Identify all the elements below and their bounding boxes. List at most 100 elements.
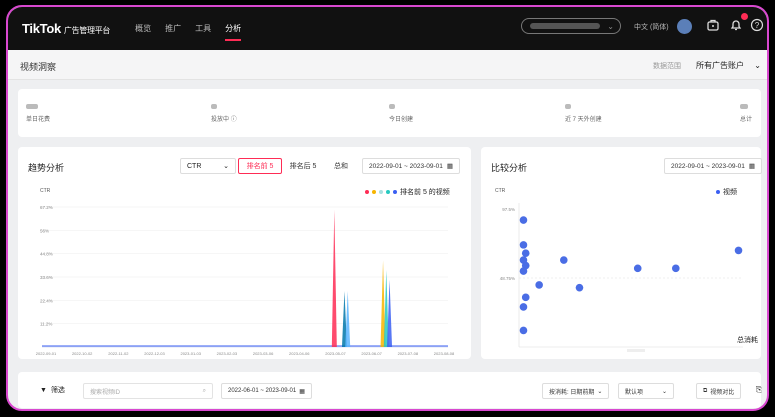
scatter-point: [535, 281, 543, 289]
data-range-value: 所有广告账户: [696, 61, 744, 70]
briefcase-icon[interactable]: [705, 18, 721, 34]
filter-icon: ▼: [40, 386, 47, 394]
nav-item-3[interactable]: 分析: [225, 7, 242, 50]
bell-icon[interactable]: [728, 18, 744, 34]
series-spike: [345, 291, 351, 347]
filter-button[interactable]: ▼ 筛选: [40, 385, 65, 395]
y-tick-label: 33.6%: [40, 275, 53, 280]
data-range-label: 数据范围: [653, 63, 681, 70]
chevron-down-icon: ⌄: [597, 388, 603, 395]
x-tick-label: 2022-09-01: [36, 351, 57, 356]
x-axis-label: 总消耗: [737, 337, 758, 344]
stat-total: 总计: [740, 101, 752, 123]
nav-item-0[interactable]: 概览: [135, 7, 151, 50]
stat-value-redacted: [740, 104, 748, 109]
x-tick-label: 2023-04-06: [289, 351, 310, 356]
scatter-point: [521, 293, 530, 302]
y-tick-label: 48.75%: [500, 276, 515, 281]
stat-label: 今日创建: [389, 117, 414, 123]
top-nav: TikTok 广告管理平台 概览 推广 工具 分析 ⌄ 中文 (简体) ?: [8, 7, 767, 50]
language-select[interactable]: 中文 (简体): [634, 22, 669, 32]
avatar[interactable]: [677, 19, 692, 34]
sort-order-select[interactable]: 默认项 ⌄: [618, 383, 674, 399]
page-header: 视频洞察 数据范围 所有广告账户 ⌄: [8, 50, 767, 80]
scatter-point: [519, 216, 528, 224]
x-tick-label: 2023-06-07: [361, 351, 382, 356]
x-tick-label: 2023-02-03: [217, 351, 238, 356]
help-icon[interactable]: ?: [749, 18, 765, 34]
scatter-point: [519, 303, 528, 311]
stat-spend: 单日花费: [26, 101, 50, 123]
stats-card: 单日花费 投放中 ⓘ 今日创建 近 7 天外创建 总计: [18, 89, 761, 137]
stat-value-redacted: [26, 104, 38, 109]
date-range-text: 2022-06-01 ~ 2023-09-01: [228, 388, 297, 394]
stat-value-redacted: [389, 104, 395, 109]
y-tick-label: 56%: [40, 228, 49, 233]
stat-created-today: 今日创建: [389, 101, 413, 123]
page-title: 视频洞察: [20, 62, 57, 72]
nav-item-1[interactable]: 推广: [165, 7, 181, 50]
sort-order-value: 默认项: [625, 389, 644, 396]
scatter-point: [560, 256, 568, 264]
data-range-select[interactable]: 所有广告账户 ⌄: [696, 60, 761, 71]
scatter-point: [519, 241, 528, 249]
x-tick-label: 2023-07-08: [398, 351, 419, 356]
stat-value-redacted: [565, 104, 571, 109]
calendar-icon: ▦: [299, 388, 305, 395]
scatter-point: [521, 249, 530, 257]
y-tick-label: 67.2%: [40, 205, 53, 210]
sort-value: 按消耗: 日期前期: [549, 389, 595, 396]
stat-label: 总计: [740, 117, 753, 123]
scatter-point: [519, 326, 528, 335]
info-icon[interactable]: ⓘ: [231, 117, 237, 123]
logo-text: TikTok: [22, 21, 61, 36]
y-tick-label: 44.8%: [40, 252, 53, 257]
y-tick-label: 22.4%: [40, 298, 53, 303]
window-frame: TikTok 广告管理平台 概览 推广 工具 分析 ⌄ 中文 (简体) ? 视频洞察 数…: [6, 5, 769, 411]
chevron-down-icon: ⌄: [754, 61, 761, 70]
account-select[interactable]: ⌄: [521, 18, 621, 34]
x-tick-label: 2023-05-07: [325, 351, 346, 356]
scatter-point: [734, 246, 743, 255]
notification-badge: [741, 13, 748, 20]
scatter-point: [633, 264, 642, 273]
filter-bar: ▼ 筛选 搜索视频ID ⌕ 2022-06-01 ~ 2023-09-01 ▦ …: [18, 372, 762, 408]
trend-analysis-card: 趋势分析 CTR ⌄ 排名前 5 排名后 5 总和 2022-09-01 ~ 2…: [18, 147, 471, 359]
stat-label: 单日花费: [26, 117, 51, 123]
search-icon: ⌕: [202, 387, 206, 394]
stat-created-7d: 近 7 天外创建: [565, 101, 602, 123]
scatter-point: [519, 267, 528, 275]
chevron-down-icon: ⌄: [607, 21, 614, 31]
x-tick-label: 2023-08-08: [434, 351, 455, 356]
nav-item-2[interactable]: 工具: [195, 7, 211, 50]
x-tick-label: 2023-01-03: [180, 351, 201, 356]
y-tick-label: 11.2%: [40, 322, 52, 327]
compare-analysis-card: 比较分析 2022-09-01 ~ 2023-09-01 ▦ CTR 视频 97…: [481, 147, 763, 359]
bottom-date-range[interactable]: 2022-06-01 ~ 2023-09-01 ▦: [221, 383, 312, 399]
x-tick-redacted: [627, 349, 645, 352]
series-spike: [387, 279, 393, 347]
compare-label: 视频对比: [710, 389, 735, 396]
compare-videos-button[interactable]: ⧉ 视频对比: [696, 383, 742, 399]
video-search-input[interactable]: 搜索视频ID ⌕: [83, 383, 213, 399]
export-icon[interactable]: ⎘: [751, 383, 767, 399]
stat-active: 投放中 ⓘ: [211, 101, 237, 123]
svg-text:?: ?: [755, 21, 760, 30]
filter-label: 筛选: [50, 387, 65, 394]
x-tick-label: 2022-12-03: [144, 351, 165, 356]
account-name-redacted: [530, 23, 600, 29]
logo[interactable]: TikTok 广告管理平台: [22, 21, 110, 36]
scatter-point: [575, 283, 584, 292]
compare-icon: ⧉: [703, 387, 708, 394]
scatter-point: [672, 264, 680, 273]
stat-label: 近 7 天外创建: [565, 117, 602, 123]
compare-chart: 97.5% 48.75%: [500, 203, 743, 352]
logo-subtitle: 广告管理平台: [63, 26, 111, 35]
stat-value-redacted: [211, 104, 217, 109]
main-nav: 概览 推广 工具 分析: [135, 7, 242, 50]
search-placeholder: 搜索视频ID: [90, 389, 121, 396]
trend-chart: 67.2% 56% 44.8% 33.6% 22.4% 11.2% 2022-09-01 20…: [36, 205, 455, 356]
x-tick-label: 2022-11-02: [108, 351, 129, 356]
sort-select[interactable]: 按消耗: 日期前期 ⌄: [542, 383, 610, 399]
x-tick-label: 2023-03-06: [253, 351, 274, 356]
